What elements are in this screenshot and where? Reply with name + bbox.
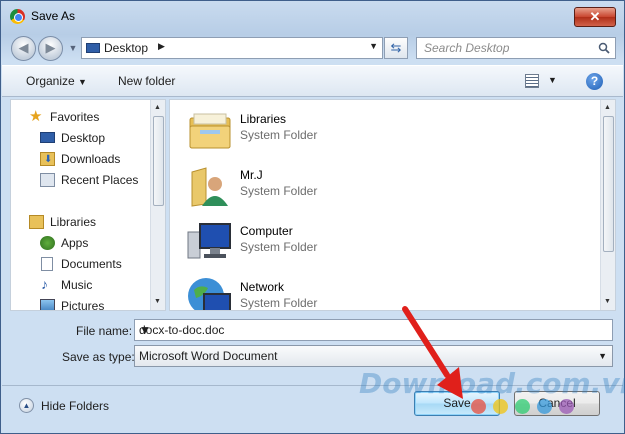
file-type: System Folder (240, 296, 318, 310)
scrollbar-thumb[interactable] (603, 116, 614, 252)
desktop-icon (40, 132, 55, 143)
address-dropdown-icon[interactable]: ▼ (369, 41, 378, 51)
file-item-mrj[interactable]: Mr.J System Folder (186, 160, 586, 212)
navigation-pane: ★ Favorites Desktop ⬇ Downloads Recent P… (10, 99, 166, 311)
file-type: System Folder (240, 240, 318, 254)
libraries-icon (29, 215, 44, 229)
nav-item-pictures[interactable]: Pictures (11, 296, 151, 311)
close-button[interactable]: ✕ (574, 7, 616, 27)
new-folder-button[interactable]: New folder (118, 74, 175, 88)
refresh-button[interactable]: ⇆ (384, 37, 408, 59)
pictures-icon (40, 299, 55, 310)
title-bar: Save As ✕ (1, 1, 624, 31)
watermark-dot (493, 399, 508, 414)
recent-locations-dropdown[interactable]: ▼ (67, 41, 79, 55)
music-icon: ♪ (41, 276, 48, 292)
file-name: Libraries (240, 112, 287, 126)
nav-item-label: Pictures (61, 299, 105, 311)
nav-item-documents[interactable]: Documents (11, 254, 151, 274)
nav-item-label: Apps (61, 236, 89, 250)
star-icon: ★ (29, 108, 43, 125)
file-item-network[interactable]: Network System Folder (186, 272, 586, 310)
hide-folders-button[interactable]: ▲ Hide Folders (19, 396, 129, 416)
forward-arrow-icon: ▶ (45, 40, 56, 55)
save-as-dialog: Save As ✕ ◀ ▶ ▼ Desktop ▶ ▼ ⇆ Search Des… (0, 0, 625, 434)
navigation-scrollbar[interactable]: ▲ ▼ (150, 100, 165, 310)
file-list-scrollbar[interactable]: ▲ ▼ (600, 100, 615, 310)
organize-label: Organize (26, 74, 75, 88)
chevron-down-icon: ▼ (78, 77, 87, 87)
file-item-libraries[interactable]: Libraries System Folder (186, 104, 586, 156)
address-bar[interactable]: Desktop ▶ ▼ (81, 37, 383, 59)
toolbar: Organize ▼ New folder ▼ ? (2, 65, 623, 97)
nav-favorites-label: Favorites (50, 110, 100, 124)
collapse-up-icon: ▲ (19, 398, 34, 413)
hide-folders-label: Hide Folders (41, 399, 110, 413)
file-name: Mr.J (240, 168, 263, 182)
watermark-dot (471, 399, 486, 414)
file-item-computer[interactable]: Computer System Folder (186, 216, 586, 268)
nav-item-label: Recent Places (61, 173, 139, 187)
chevron-down-icon[interactable]: ▼ (598, 351, 607, 361)
refresh-icon: ⇆ (390, 40, 402, 55)
nav-item-recent-places[interactable]: Recent Places (11, 170, 151, 190)
save-as-type-label: Save as type: (62, 350, 135, 364)
nav-item-downloads[interactable]: ⬇ Downloads (11, 149, 151, 169)
save-as-type-value: Microsoft Word Document (139, 349, 278, 363)
address-location[interactable]: Desktop (104, 41, 148, 55)
search-input[interactable]: Search Desktop (416, 37, 616, 59)
nav-item-label: Desktop (61, 131, 106, 145)
nav-item-desktop[interactable]: Desktop (11, 128, 151, 148)
file-list-pane: Libraries System Folder Mr.J System Fold… (169, 99, 616, 311)
user-folder-icon (191, 167, 228, 207)
back-arrow-icon: ◀ (18, 40, 29, 55)
nav-item-label: Music (61, 278, 93, 292)
file-name: Network (240, 280, 285, 294)
file-name-label: File name: (76, 324, 133, 338)
nav-favorites[interactable]: ★ Favorites (11, 107, 151, 127)
file-type: System Folder (240, 128, 318, 142)
libraries-folder-icon (189, 113, 231, 149)
save-button[interactable]: Save (414, 391, 500, 416)
view-options-dropdown-icon[interactable]: ▼ (548, 75, 557, 85)
desktop-icon (86, 43, 100, 53)
organize-menu[interactable]: Organize ▼ (26, 74, 87, 88)
apps-icon (40, 236, 55, 250)
scrollbar-thumb[interactable] (153, 116, 164, 206)
scroll-down-icon[interactable]: ▼ (604, 298, 611, 305)
scroll-up-icon[interactable]: ▲ (604, 104, 611, 111)
network-icon (188, 278, 231, 310)
help-icon[interactable]: ? (586, 73, 603, 90)
search-icon[interactable] (598, 42, 610, 54)
forward-button[interactable]: ▶ (38, 36, 63, 61)
file-name-field[interactable]: docx-to-doc.doc ▼ (134, 319, 613, 341)
nav-item-label: Documents (61, 257, 122, 271)
downloads-folder-icon: ⬇ (40, 152, 55, 166)
nav-libraries-label: Libraries (50, 215, 97, 229)
breadcrumb-chevron-icon[interactable]: ▶ (158, 41, 165, 52)
nav-item-label: Downloads (61, 152, 121, 166)
watermark-dot (515, 399, 530, 414)
watermark-dot (537, 399, 552, 414)
recent-places-icon (40, 173, 55, 187)
search-placeholder: Search Desktop (424, 41, 510, 55)
computer-icon (187, 223, 231, 259)
file-type: System Folder (240, 184, 318, 198)
nav-item-apps[interactable]: Apps (11, 233, 151, 253)
change-view-icon[interactable] (525, 74, 539, 88)
scroll-up-icon[interactable]: ▲ (154, 104, 161, 111)
file-name-history-dropdown-icon[interactable]: ▼ (139, 323, 607, 337)
chrome-icon (10, 9, 25, 24)
nav-item-music[interactable]: ♪ Music (11, 275, 151, 295)
save-as-type-select[interactable]: Microsoft Word Document ▼ (134, 345, 613, 367)
back-button[interactable]: ◀ (11, 36, 36, 61)
window-title: Save As (31, 9, 76, 23)
documents-icon (41, 257, 53, 271)
scroll-down-icon[interactable]: ▼ (154, 298, 161, 305)
watermark-dot (559, 399, 574, 414)
nav-libraries[interactable]: Libraries (11, 212, 151, 232)
footer-divider (2, 385, 623, 386)
file-name: Computer (240, 224, 293, 238)
